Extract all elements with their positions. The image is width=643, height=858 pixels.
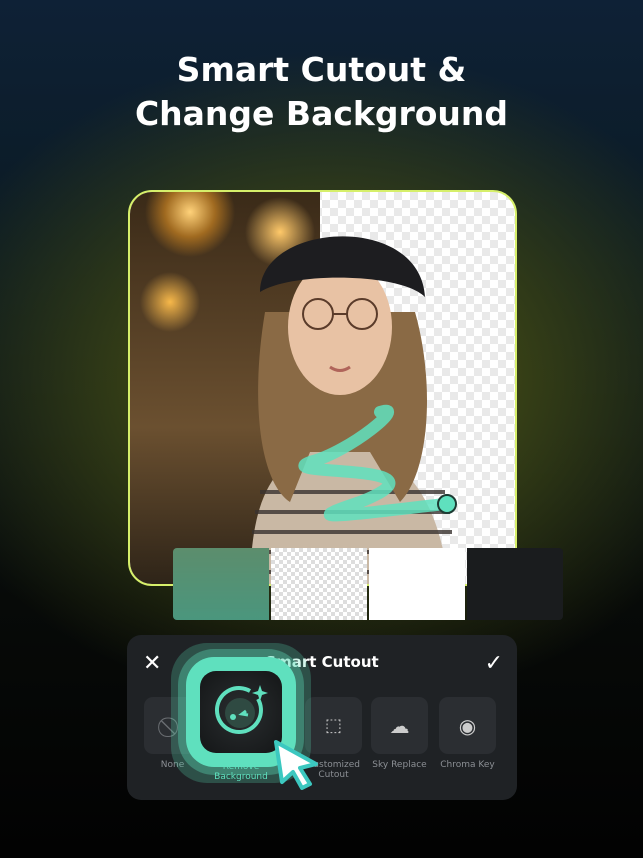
check-icon[interactable]: ✓ (485, 651, 503, 676)
thumbnail-transparent[interactable] (271, 548, 367, 620)
preview-image (128, 190, 517, 586)
chroma-key-icon: ◉ (458, 713, 477, 738)
remove-background-tile[interactable] (200, 671, 282, 753)
tool-label: Sky Replace (372, 760, 427, 770)
headline: Smart Cutout & Change Background (0, 48, 643, 136)
thumbnail-original[interactable] (173, 548, 269, 620)
thumbnail-white[interactable] (369, 548, 465, 620)
remove-background-icon (214, 685, 268, 735)
tool-label-remove-background: Remove Background (214, 762, 268, 782)
cursor-arrow-icon (274, 740, 318, 790)
tool-chroma-key[interactable]: ◉ Chroma Key (439, 697, 496, 770)
customized-cutout-icon: ⬚ (324, 715, 342, 736)
result-thumbnails (173, 548, 563, 620)
tool-sky-replace[interactable]: ☁ Sky Replace (371, 697, 428, 770)
tool-label: Chroma Key (440, 760, 495, 770)
person-cutout (250, 236, 457, 584)
sky-replace-icon: ☁ (389, 713, 410, 738)
headline-line2: Change Background (134, 94, 509, 133)
thumbnail-black[interactable] (467, 548, 563, 620)
headline-line1: Smart Cutout & (176, 50, 467, 89)
